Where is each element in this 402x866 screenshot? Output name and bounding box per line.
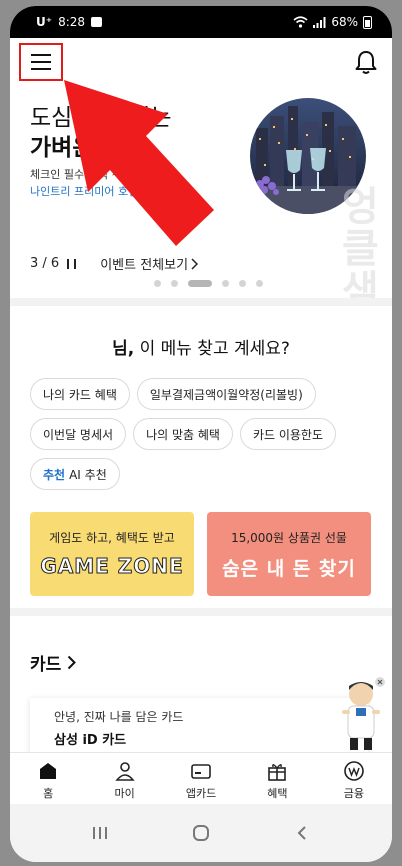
carousel-dots [154, 280, 263, 287]
menu-chips: 나의 카드 혜택 일부결제금액이월약정(리볼빙) 이번달 명세서 나의 맞춤 혜… [30, 378, 380, 490]
nav-label: 혜택 [267, 787, 288, 800]
section-divider [10, 298, 392, 306]
all-events-label: 이벤트 전체보기 [100, 258, 189, 273]
chip-ai-recommend[interactable]: 추천 AI 추천 [30, 458, 120, 490]
won-coin-icon [344, 761, 364, 781]
mascot-floating-icon[interactable] [336, 676, 386, 752]
carousel-dot [171, 280, 178, 287]
cards-title-link[interactable]: 카드 [30, 650, 77, 675]
menu-suggestion-section: 님, 이 메뉴 찾고 계세요? 나의 카드 혜택 일부결제금액이월약정(리볼빙)… [10, 306, 392, 608]
banner-title-line1: 도심 속 즐기는 [30, 105, 172, 131]
chip-card-limit[interactable]: 카드 이용한도 [239, 418, 336, 450]
banner-subtitle-line2: 나인트리 프리미어 호텔 가 [30, 185, 152, 198]
card-promo-name: 삼성 iD 카드 [54, 733, 127, 748]
nav-label: 금융 [343, 787, 364, 800]
person-icon [114, 762, 135, 781]
home-system-button[interactable] [186, 821, 216, 845]
system-navigation-bar [10, 804, 392, 862]
nav-finance[interactable]: 금융 [316, 753, 392, 804]
event-banner[interactable]: 도심 속 즐기는 가벼운 휴식 체크인 필수 혜택 ~ 나인트리 프리미어 호텔… [10, 86, 392, 298]
battery-percent: 68% [331, 15, 358, 29]
home-circle-icon [192, 825, 209, 841]
nav-appcard[interactable]: 앱카드 [163, 753, 239, 804]
chip-custom-benefits[interactable]: 나의 맞춤 혜택 [133, 418, 233, 450]
app-bar [10, 38, 392, 86]
ai-chip-highlight: 추천 [43, 467, 66, 482]
nav-label: 홈 [43, 787, 54, 800]
user-name-suffix: 님, [112, 339, 135, 359]
gallery-notification-icon [91, 17, 103, 27]
banner-subtitle-line1: 체크인 필수 혜택 ~ [30, 168, 121, 181]
notification-bell-icon[interactable] [352, 48, 380, 76]
wifi-icon [293, 16, 308, 28]
signal-icon [313, 16, 326, 28]
back-system-button[interactable] [287, 821, 317, 845]
home-icon [40, 763, 57, 779]
hidden-money-title: 숨은 내 돈 찾기 [222, 558, 356, 580]
card-icon [191, 764, 211, 779]
game-zone-caption: 게임도 하고, 혜택도 받고 [49, 531, 175, 545]
carrier-label: U⁺ [36, 15, 53, 29]
carousel-dot [154, 280, 161, 287]
chip-monthly-statement[interactable]: 이번달 명세서 [30, 418, 127, 450]
bottom-navigation: 홈 마이 앱카드 혜택 금융 [10, 752, 392, 804]
back-chevron-icon [297, 826, 306, 840]
banner-counter: 3 / 6 [30, 256, 60, 271]
card-promo-box[interactable]: 안녕, 진짜 나를 담은 카드 삼성 iD 카드 [30, 698, 368, 758]
nav-home[interactable]: 홈 [10, 753, 86, 804]
game-zone-promo[interactable]: 게임도 하고, 혜택도 받고 GAME ZONE [30, 512, 194, 596]
gift-icon [268, 764, 287, 781]
nav-benefits[interactable]: 혜택 [239, 753, 315, 804]
watermark-text: 엉클샘이 전파하는 실 [342, 184, 379, 298]
banner-pager: 3 / 6 이벤트 전체보기 [30, 254, 199, 273]
nav-label: 앱카드 [185, 787, 217, 800]
menu-line-icon [31, 68, 51, 70]
menu-line-icon [31, 61, 51, 63]
phone-screen: U⁺ 8:28 68% 도심 속 즐기는 가벼운 휴식 체크인 필수 혜택 ~ … [10, 6, 392, 862]
chip-revolving[interactable]: 일부결제금액이월약정(리볼빙) [136, 378, 316, 410]
status-bar: U⁺ 8:28 68% [10, 6, 392, 38]
menu-line-icon [31, 54, 51, 56]
card-promo-caption: 안녕, 진짜 나를 담은 카드 [54, 710, 184, 724]
cards-title: 카드 [30, 655, 62, 675]
battery-icon [363, 15, 372, 29]
chip-my-card-benefits[interactable]: 나의 카드 혜택 [30, 378, 130, 410]
menu-suggestion-text: 이 메뉴 찾고 계세요? [139, 339, 290, 359]
carousel-dot [239, 280, 246, 287]
section-divider [10, 608, 392, 616]
all-events-link[interactable]: 이벤트 전체보기 [100, 254, 199, 273]
nav-my[interactable]: 마이 [86, 753, 162, 804]
game-zone-title: GAME ZONE [40, 554, 184, 579]
banner-title-line2: 가벼운 휴식 [30, 135, 144, 161]
ai-chip-label: AI 추천 [69, 467, 107, 482]
recent-apps-button[interactable] [85, 821, 115, 845]
hamburger-menu-button[interactable] [19, 43, 63, 81]
hidden-money-caption: 15,000원 상품권 선물 [231, 531, 347, 545]
cards-section: 카드 안녕, 진짜 나를 담은 카드 삼성 iD 카드 [10, 616, 392, 758]
clock: 8:28 [58, 15, 86, 29]
pause-icon[interactable] [67, 258, 77, 269]
chevron-right-icon [68, 655, 77, 670]
recent-apps-icon [93, 827, 108, 839]
carousel-dot [222, 280, 229, 287]
chevron-right-icon [191, 257, 199, 270]
menu-suggestion-heading: 님, 이 메뉴 찾고 계세요? [10, 334, 392, 359]
carousel-dot-active [188, 280, 212, 287]
hidden-money-promo[interactable]: 15,000원 상품권 선물 숨은 내 돈 찾기 [207, 512, 371, 596]
carousel-dot [256, 280, 263, 287]
nav-label: 마이 [114, 787, 135, 800]
